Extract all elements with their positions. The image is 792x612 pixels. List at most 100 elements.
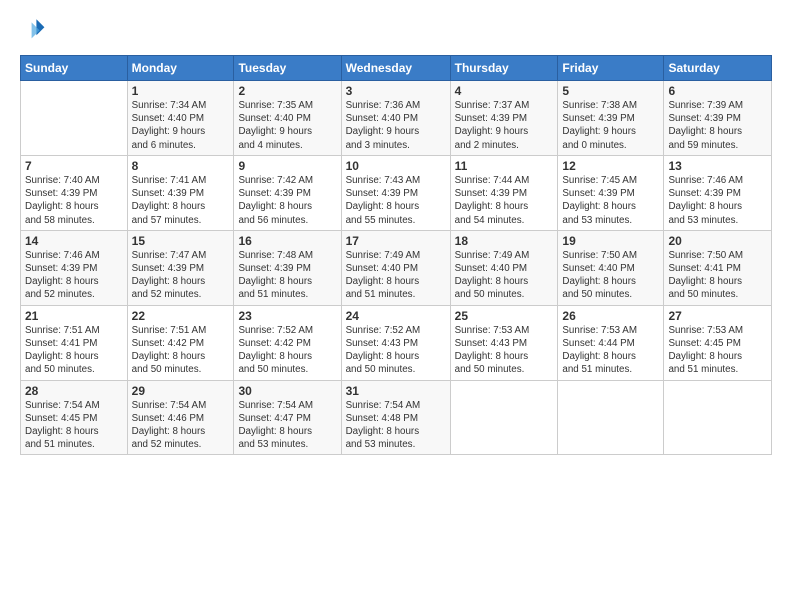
day-info: Sunrise: 7:50 AM Sunset: 4:41 PM Dayligh… — [668, 249, 767, 302]
day-number: 7 — [25, 159, 123, 173]
calendar-table: SundayMondayTuesdayWednesdayThursdayFrid… — [20, 55, 772, 455]
day-cell: 7Sunrise: 7:40 AM Sunset: 4:39 PM Daylig… — [21, 155, 128, 230]
day-number: 21 — [25, 309, 123, 323]
day-number: 10 — [346, 159, 446, 173]
day-cell: 26Sunrise: 7:53 AM Sunset: 4:44 PM Dayli… — [558, 305, 664, 380]
day-number: 22 — [132, 309, 230, 323]
day-info: Sunrise: 7:51 AM Sunset: 4:42 PM Dayligh… — [132, 324, 230, 377]
day-cell: 13Sunrise: 7:46 AM Sunset: 4:39 PM Dayli… — [664, 155, 772, 230]
day-cell: 2Sunrise: 7:35 AM Sunset: 4:40 PM Daylig… — [234, 81, 341, 156]
day-info: Sunrise: 7:50 AM Sunset: 4:40 PM Dayligh… — [562, 249, 659, 302]
day-info: Sunrise: 7:49 AM Sunset: 4:40 PM Dayligh… — [346, 249, 446, 302]
day-cell: 22Sunrise: 7:51 AM Sunset: 4:42 PM Dayli… — [127, 305, 234, 380]
day-number: 4 — [455, 84, 554, 98]
day-cell: 31Sunrise: 7:54 AM Sunset: 4:48 PM Dayli… — [341, 380, 450, 455]
day-cell: 5Sunrise: 7:38 AM Sunset: 4:39 PM Daylig… — [558, 81, 664, 156]
day-info: Sunrise: 7:35 AM Sunset: 4:40 PM Dayligh… — [238, 99, 336, 152]
day-info: Sunrise: 7:54 AM Sunset: 4:46 PM Dayligh… — [132, 399, 230, 452]
weekday-thursday: Thursday — [450, 56, 558, 81]
day-info: Sunrise: 7:41 AM Sunset: 4:39 PM Dayligh… — [132, 174, 230, 227]
week-row-1: 1Sunrise: 7:34 AM Sunset: 4:40 PM Daylig… — [21, 81, 772, 156]
day-cell: 29Sunrise: 7:54 AM Sunset: 4:46 PM Dayli… — [127, 380, 234, 455]
day-number: 6 — [668, 84, 767, 98]
day-cell: 23Sunrise: 7:52 AM Sunset: 4:42 PM Dayli… — [234, 305, 341, 380]
day-info: Sunrise: 7:40 AM Sunset: 4:39 PM Dayligh… — [25, 174, 123, 227]
day-number: 13 — [668, 159, 767, 173]
day-info: Sunrise: 7:42 AM Sunset: 4:39 PM Dayligh… — [238, 174, 336, 227]
day-cell: 28Sunrise: 7:54 AM Sunset: 4:45 PM Dayli… — [21, 380, 128, 455]
day-cell: 10Sunrise: 7:43 AM Sunset: 4:39 PM Dayli… — [341, 155, 450, 230]
weekday-monday: Monday — [127, 56, 234, 81]
weekday-friday: Friday — [558, 56, 664, 81]
day-number: 23 — [238, 309, 336, 323]
day-info: Sunrise: 7:44 AM Sunset: 4:39 PM Dayligh… — [455, 174, 554, 227]
day-number: 11 — [455, 159, 554, 173]
day-cell: 3Sunrise: 7:36 AM Sunset: 4:40 PM Daylig… — [341, 81, 450, 156]
day-info: Sunrise: 7:46 AM Sunset: 4:39 PM Dayligh… — [25, 249, 123, 302]
day-info: Sunrise: 7:38 AM Sunset: 4:39 PM Dayligh… — [562, 99, 659, 152]
day-number: 1 — [132, 84, 230, 98]
day-info: Sunrise: 7:39 AM Sunset: 4:39 PM Dayligh… — [668, 99, 767, 152]
day-cell: 12Sunrise: 7:45 AM Sunset: 4:39 PM Dayli… — [558, 155, 664, 230]
day-cell: 6Sunrise: 7:39 AM Sunset: 4:39 PM Daylig… — [664, 81, 772, 156]
day-info: Sunrise: 7:47 AM Sunset: 4:39 PM Dayligh… — [132, 249, 230, 302]
logo-icon — [22, 16, 46, 40]
day-cell: 25Sunrise: 7:53 AM Sunset: 4:43 PM Dayli… — [450, 305, 558, 380]
day-info: Sunrise: 7:46 AM Sunset: 4:39 PM Dayligh… — [668, 174, 767, 227]
day-info: Sunrise: 7:53 AM Sunset: 4:43 PM Dayligh… — [455, 324, 554, 377]
page: SundayMondayTuesdayWednesdayThursdayFrid… — [0, 0, 792, 612]
day-number: 3 — [346, 84, 446, 98]
day-info: Sunrise: 7:51 AM Sunset: 4:41 PM Dayligh… — [25, 324, 123, 377]
day-number: 9 — [238, 159, 336, 173]
day-number: 25 — [455, 309, 554, 323]
day-info: Sunrise: 7:43 AM Sunset: 4:39 PM Dayligh… — [346, 174, 446, 227]
day-cell: 21Sunrise: 7:51 AM Sunset: 4:41 PM Dayli… — [21, 305, 128, 380]
day-number: 28 — [25, 384, 123, 398]
day-cell: 11Sunrise: 7:44 AM Sunset: 4:39 PM Dayli… — [450, 155, 558, 230]
weekday-saturday: Saturday — [664, 56, 772, 81]
day-cell: 14Sunrise: 7:46 AM Sunset: 4:39 PM Dayli… — [21, 230, 128, 305]
day-number: 29 — [132, 384, 230, 398]
day-number: 19 — [562, 234, 659, 248]
day-cell: 1Sunrise: 7:34 AM Sunset: 4:40 PM Daylig… — [127, 81, 234, 156]
day-number: 12 — [562, 159, 659, 173]
day-info: Sunrise: 7:53 AM Sunset: 4:44 PM Dayligh… — [562, 324, 659, 377]
day-number: 2 — [238, 84, 336, 98]
day-cell — [450, 380, 558, 455]
week-row-2: 7Sunrise: 7:40 AM Sunset: 4:39 PM Daylig… — [21, 155, 772, 230]
day-number: 5 — [562, 84, 659, 98]
day-cell: 9Sunrise: 7:42 AM Sunset: 4:39 PM Daylig… — [234, 155, 341, 230]
weekday-header-row: SundayMondayTuesdayWednesdayThursdayFrid… — [21, 56, 772, 81]
day-cell: 19Sunrise: 7:50 AM Sunset: 4:40 PM Dayli… — [558, 230, 664, 305]
day-cell: 18Sunrise: 7:49 AM Sunset: 4:40 PM Dayli… — [450, 230, 558, 305]
day-info: Sunrise: 7:49 AM Sunset: 4:40 PM Dayligh… — [455, 249, 554, 302]
day-info: Sunrise: 7:54 AM Sunset: 4:48 PM Dayligh… — [346, 399, 446, 452]
day-info: Sunrise: 7:54 AM Sunset: 4:47 PM Dayligh… — [238, 399, 336, 452]
week-row-4: 21Sunrise: 7:51 AM Sunset: 4:41 PM Dayli… — [21, 305, 772, 380]
day-cell: 30Sunrise: 7:54 AM Sunset: 4:47 PM Dayli… — [234, 380, 341, 455]
day-cell: 24Sunrise: 7:52 AM Sunset: 4:43 PM Dayli… — [341, 305, 450, 380]
day-info: Sunrise: 7:54 AM Sunset: 4:45 PM Dayligh… — [25, 399, 123, 452]
day-cell: 17Sunrise: 7:49 AM Sunset: 4:40 PM Dayli… — [341, 230, 450, 305]
day-number: 18 — [455, 234, 554, 248]
day-cell: 27Sunrise: 7:53 AM Sunset: 4:45 PM Dayli… — [664, 305, 772, 380]
day-number: 14 — [25, 234, 123, 248]
day-cell: 16Sunrise: 7:48 AM Sunset: 4:39 PM Dayli… — [234, 230, 341, 305]
day-info: Sunrise: 7:52 AM Sunset: 4:42 PM Dayligh… — [238, 324, 336, 377]
day-number: 30 — [238, 384, 336, 398]
day-number: 24 — [346, 309, 446, 323]
day-info: Sunrise: 7:34 AM Sunset: 4:40 PM Dayligh… — [132, 99, 230, 152]
day-cell: 15Sunrise: 7:47 AM Sunset: 4:39 PM Dayli… — [127, 230, 234, 305]
week-row-5: 28Sunrise: 7:54 AM Sunset: 4:45 PM Dayli… — [21, 380, 772, 455]
day-number: 27 — [668, 309, 767, 323]
weekday-sunday: Sunday — [21, 56, 128, 81]
day-cell — [558, 380, 664, 455]
day-number: 16 — [238, 234, 336, 248]
logo — [20, 16, 46, 45]
day-cell: 20Sunrise: 7:50 AM Sunset: 4:41 PM Dayli… — [664, 230, 772, 305]
day-info: Sunrise: 7:48 AM Sunset: 4:39 PM Dayligh… — [238, 249, 336, 302]
day-info: Sunrise: 7:53 AM Sunset: 4:45 PM Dayligh… — [668, 324, 767, 377]
day-info: Sunrise: 7:37 AM Sunset: 4:39 PM Dayligh… — [455, 99, 554, 152]
day-info: Sunrise: 7:36 AM Sunset: 4:40 PM Dayligh… — [346, 99, 446, 152]
day-number: 31 — [346, 384, 446, 398]
